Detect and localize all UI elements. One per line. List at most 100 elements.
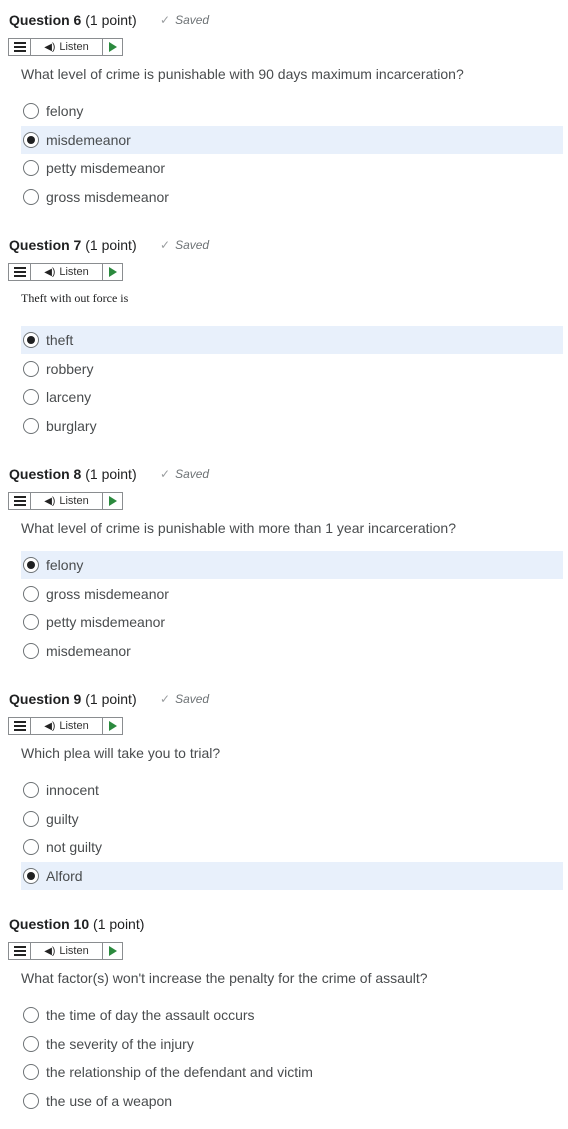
radio-button[interactable] [23, 1007, 39, 1023]
answer-option[interactable]: not guilty [21, 833, 563, 861]
answer-option[interactable]: burglary [21, 412, 563, 440]
radio-button[interactable] [23, 361, 39, 377]
listen-label: Listen [59, 945, 89, 957]
answer-option[interactable]: Alford [21, 862, 563, 890]
answer-label: the relationship of the defendant and vi… [46, 1064, 313, 1080]
question-number: Question 6 [9, 12, 82, 28]
radio-button[interactable] [23, 160, 39, 176]
saved-label: Saved [175, 692, 210, 706]
question-number: Question 7 [9, 237, 82, 253]
saved-label: Saved [175, 467, 210, 481]
answer-label: larceny [46, 389, 92, 405]
radio-button[interactable] [23, 1093, 39, 1109]
answer-option[interactable]: gross misdemeanor [21, 580, 563, 608]
answer-label: theft [46, 332, 74, 348]
radio-button[interactable] [23, 389, 39, 405]
answer-option[interactable]: petty misdemeanor [21, 154, 563, 182]
listen-button[interactable]: ◀) Listen [31, 493, 103, 509]
checkmark-icon: ✓ [160, 692, 171, 706]
listen-toolbar: ◀) Listen [8, 942, 123, 960]
saved-status: ✓ Saved [160, 13, 209, 27]
answer-option[interactable]: petty misdemeanor [21, 608, 563, 636]
question-points: (1 point) [85, 237, 137, 253]
answer-label: guilty [46, 811, 79, 827]
play-icon[interactable] [103, 493, 122, 509]
radio-button[interactable] [23, 811, 39, 827]
answer-label: felony [46, 103, 84, 119]
radio-button[interactable] [23, 839, 39, 855]
answer-option[interactable]: misdemeanor [21, 126, 563, 154]
radio-button[interactable] [23, 132, 39, 148]
answer-option[interactable]: theft [21, 326, 563, 354]
radio-button[interactable] [23, 614, 39, 630]
listen-toolbar: ◀) Listen [8, 492, 123, 510]
question-number: Question 10 [9, 916, 90, 932]
radio-button[interactable] [23, 782, 39, 798]
answer-label: felony [46, 557, 84, 573]
answer-label: misdemeanor [46, 643, 131, 659]
answer-option[interactable]: guilty [21, 805, 563, 833]
listen-label: Listen [59, 41, 89, 53]
question-prompt: Which plea will take you to trial? [21, 745, 221, 761]
radio-button[interactable] [23, 643, 39, 659]
answer-option[interactable]: felony [21, 97, 563, 125]
menu-icon[interactable] [9, 264, 31, 280]
play-icon[interactable] [103, 264, 122, 280]
question-heading: Question 7 (1 point) [9, 237, 137, 257]
answer-option[interactable]: gross misdemeanor [21, 183, 563, 211]
menu-icon[interactable] [9, 493, 31, 509]
radio-button[interactable] [23, 103, 39, 119]
answer-label: the severity of the injury [46, 1036, 194, 1052]
answer-label: gross misdemeanor [46, 586, 169, 602]
answer-label: gross misdemeanor [46, 189, 169, 205]
question-points: (1 point) [93, 916, 145, 932]
play-icon[interactable] [103, 39, 122, 55]
answer-option[interactable]: felony [21, 551, 563, 579]
play-icon[interactable] [103, 718, 122, 734]
answer-option[interactable]: the relationship of the defendant and vi… [21, 1058, 563, 1086]
radio-button[interactable] [23, 332, 39, 348]
saved-status: ✓ Saved [160, 692, 209, 706]
speaker-icon: ◀) [44, 41, 56, 53]
listen-button[interactable]: ◀) Listen [31, 943, 103, 959]
question-prompt: What factor(s) won't increase the penalt… [21, 970, 428, 986]
answer-option[interactable]: larceny [21, 383, 563, 411]
play-icon[interactable] [103, 943, 122, 959]
listen-button[interactable]: ◀) Listen [31, 264, 103, 280]
answer-label: the use of a weapon [46, 1093, 173, 1109]
listen-button[interactable]: ◀) Listen [31, 718, 103, 734]
menu-icon[interactable] [9, 943, 31, 959]
saved-label: Saved [175, 13, 210, 27]
answer-option[interactable]: innocent [21, 776, 563, 804]
saved-status: ✓ Saved [160, 467, 209, 481]
question-heading: Question 8 (1 point) [9, 466, 137, 486]
listen-label: Listen [59, 266, 89, 278]
radio-button[interactable] [23, 1036, 39, 1052]
listen-toolbar: ◀) Listen [8, 38, 123, 56]
listen-button[interactable]: ◀) Listen [31, 39, 103, 55]
question-points: (1 point) [85, 466, 137, 482]
menu-icon[interactable] [9, 39, 31, 55]
answer-option[interactable]: the use of a weapon [21, 1087, 563, 1115]
speaker-icon: ◀) [44, 495, 56, 507]
answer-option[interactable]: the time of day the assault occurs [21, 1001, 563, 1029]
answer-option[interactable]: misdemeanor [21, 637, 563, 665]
radio-button[interactable] [23, 557, 39, 573]
radio-button[interactable] [23, 189, 39, 205]
answer-option[interactable]: robbery [21, 355, 563, 383]
radio-button[interactable] [23, 868, 39, 884]
question-points: (1 point) [85, 691, 137, 707]
answer-label: Alford [46, 868, 83, 884]
question-number: Question 8 [9, 466, 82, 482]
answer-option[interactable]: the severity of the injury [21, 1030, 563, 1058]
radio-button[interactable] [23, 418, 39, 434]
radio-button[interactable] [23, 586, 39, 602]
radio-button[interactable] [23, 1064, 39, 1080]
answer-label: burglary [46, 418, 97, 434]
speaker-icon: ◀) [44, 945, 56, 957]
question-number: Question 9 [9, 691, 82, 707]
checkmark-icon: ✓ [160, 467, 171, 481]
menu-icon[interactable] [9, 718, 31, 734]
answer-label: petty misdemeanor [46, 160, 166, 176]
speaker-icon: ◀) [44, 266, 56, 278]
